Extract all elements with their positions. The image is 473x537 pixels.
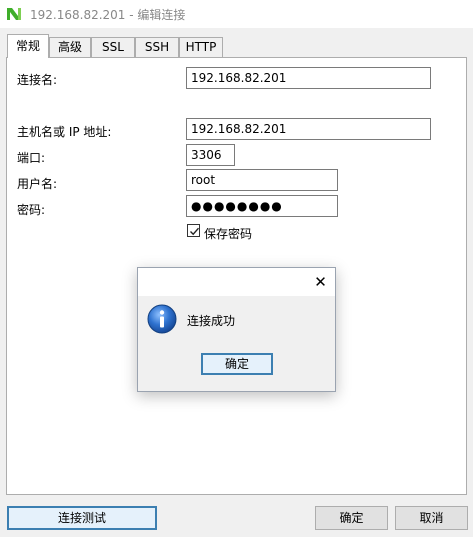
connection-result-dialog: ✕ 连接成功 确定 [137, 267, 336, 392]
connection-name-input[interactable]: 192.168.82.201 [186, 67, 431, 89]
tab-http[interactable]: HTTP [179, 37, 223, 57]
test-connection-button[interactable]: 连接测试 [7, 506, 157, 530]
tab-ssh[interactable]: SSH [135, 37, 179, 57]
window-title: 192.168.82.201 - 编辑连接 [30, 8, 186, 22]
save-password-checkbox[interactable] [187, 224, 200, 237]
port-input[interactable]: 3306 [186, 144, 235, 166]
password-label: 密码: [17, 203, 46, 217]
tab-ssl[interactable]: SSL [91, 37, 135, 57]
username-input[interactable]: root [186, 169, 338, 191]
dialog-close-icon[interactable]: ✕ [306, 268, 335, 296]
cancel-button[interactable]: 取消 [395, 506, 468, 530]
save-password-label: 保存密码 [204, 227, 253, 241]
navicat-app-icon [6, 6, 22, 22]
info-icon [147, 304, 177, 334]
connection-name-label: 连接名: [17, 73, 58, 87]
host-label: 主机名或 IP 地址: [17, 125, 112, 139]
tab-advanced[interactable]: 高级 [49, 37, 91, 57]
ok-button[interactable]: 确定 [315, 506, 388, 530]
dialog-ok-button[interactable]: 确定 [201, 353, 273, 375]
tab-general[interactable]: 常规 [7, 34, 49, 58]
host-input[interactable]: 192.168.82.201 [186, 118, 431, 140]
port-label: 端口: [17, 151, 46, 165]
dialog-message: 连接成功 [187, 314, 236, 328]
password-input[interactable]: ●●●●●●●● [186, 195, 338, 217]
checkmark-icon [190, 227, 200, 236]
username-label: 用户名: [17, 177, 58, 191]
